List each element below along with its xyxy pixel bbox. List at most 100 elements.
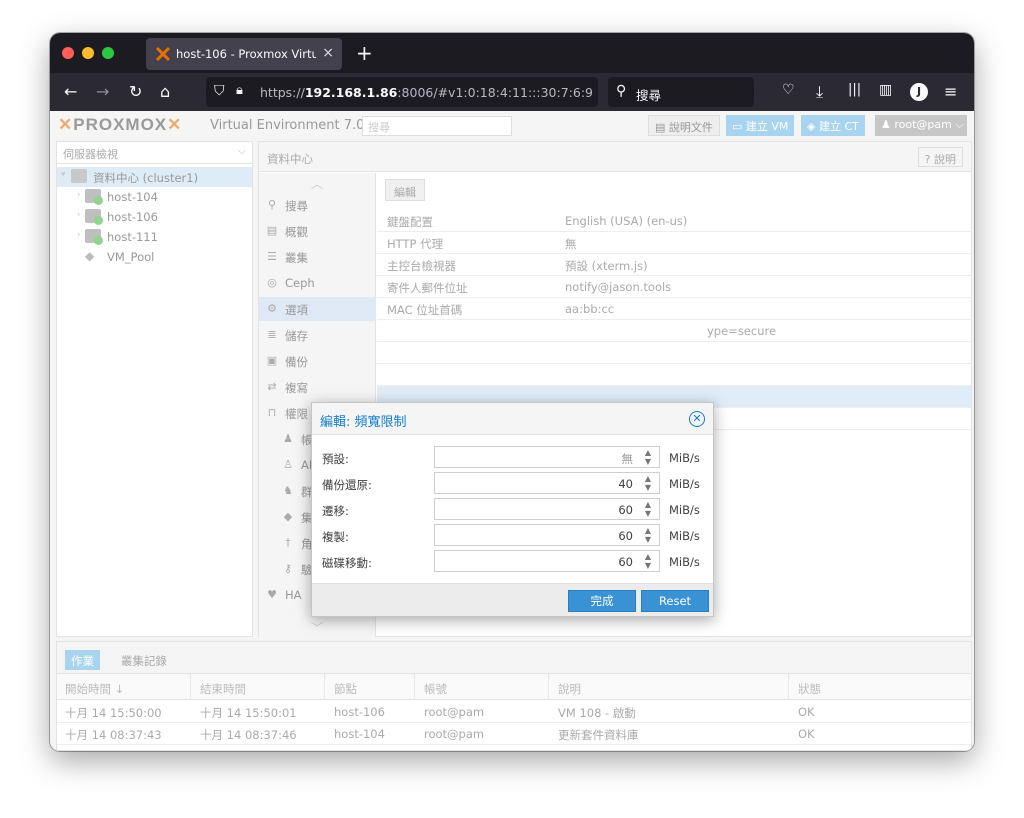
clone-limit-input[interactable]: 60 ▲ ▼ [434, 524, 660, 546]
log-tabs: 作業 叢集記錄 [57, 642, 971, 674]
url-bar[interactable]: ⛉ 🔒︎ https://192.168.1.86:8006/#v1:0:18:… [206, 77, 624, 107]
options-row[interactable]: 鍵盤配置 English (USA) (en-us) [377, 210, 971, 232]
spinner-icon[interactable]: ▲ ▼ [641, 500, 655, 518]
menu-item-summary[interactable]: ▤ 概觀 [259, 219, 376, 243]
options-row[interactable]: 主控台檢視器 預設 (xterm.js) [377, 254, 971, 276]
menu-item-cluster[interactable]: ☰ 叢集 [259, 245, 376, 269]
options-row[interactable] [377, 342, 971, 364]
move-disk-limit-input[interactable]: 60 ▲ ▼ [434, 550, 660, 572]
new-tab-button[interactable]: + [356, 41, 373, 65]
expand-icon[interactable]: › [77, 210, 81, 220]
task-log-panel: 作業 叢集記錄 開始時間 ↓ 結束時間 節點 帳號 說明 狀態 十月 14 15… [56, 641, 972, 751]
menu-item-search[interactable]: ⚲ 搜尋 [259, 193, 376, 217]
field-restore: 備份還原: 40 ▲ ▼ MiB/s [322, 472, 700, 494]
col-description[interactable]: 說明 [558, 681, 581, 697]
browser-tab[interactable]: host-106 - Proxmox Virtual Environment × [146, 38, 342, 70]
options-row[interactable]: ype=secure [377, 320, 971, 342]
help-button[interactable]: ? 說明 [917, 147, 963, 167]
host-online-icon [85, 229, 103, 245]
menu-item-replication[interactable]: ⇄ 複寫 [259, 375, 376, 399]
tree-item-host[interactable]: › host-111 [57, 227, 252, 247]
shield-icon[interactable]: ⛉ [214, 83, 225, 99]
close-icon[interactable]: ✕ [689, 411, 705, 427]
user-menu-button[interactable]: ♟ root@pam ⌵ [875, 115, 967, 136]
expand-icon[interactable]: › [77, 230, 81, 240]
col-status[interactable]: 狀態 [798, 681, 821, 697]
nav-bar: ← → ↻ ⌂ ⛉ 🔒︎ https://192.168.1.86:8006/#… [50, 73, 974, 111]
spinner-icon[interactable]: ▲ ▼ [641, 448, 655, 466]
male-icon: † [285, 536, 291, 549]
tree-item-datacenter[interactable]: ▾ 資料中心 (cluster1) [57, 167, 252, 187]
options-row[interactable] [377, 364, 971, 386]
forward-icon[interactable]: → [96, 82, 109, 101]
zoom-window-button[interactable] [102, 47, 114, 59]
menu-item-storage[interactable]: ≣ 儲存 [259, 323, 376, 347]
tab-close-icon[interactable]: × [322, 45, 334, 61]
tree-item-pool[interactable]: ◆ VM_Pool [57, 247, 252, 267]
heartbeat-icon: ♥ [267, 588, 277, 601]
home-icon[interactable]: ⌂ [160, 82, 170, 101]
host-online-icon [85, 189, 103, 205]
reload-icon[interactable]: ↻ [129, 82, 142, 101]
server-icon: ☰ [267, 250, 277, 263]
reset-button[interactable]: Reset [641, 590, 709, 612]
done-button[interactable]: 完成 [568, 590, 636, 612]
close-window-button[interactable] [62, 47, 74, 59]
restore-limit-input[interactable]: 40 ▲ ▼ [434, 472, 660, 494]
book-icon: ▤ [266, 224, 278, 237]
spinner-icon[interactable]: ▲ ▼ [641, 526, 655, 544]
dialog-footer: 完成 Reset [312, 583, 713, 616]
spinner-icon[interactable]: ▲ ▼ [641, 552, 655, 570]
dialog-title-bar: 編輯: 頻寬限制 ✕ [312, 403, 713, 435]
pve-header: ✕PROXMOX✕ Virtual Environment 7.0-11 搜尋 … [50, 111, 974, 139]
migration-limit-input[interactable]: 60 ▲ ▼ [434, 498, 660, 520]
col-start-time[interactable]: 開始時間 ↓ [65, 681, 124, 697]
menu-item-backup[interactable]: ▣ 備份 [259, 349, 376, 373]
proxmox-favicon-icon [156, 47, 170, 61]
tab-tasks[interactable]: 作業 [65, 650, 100, 670]
menu-icon[interactable]: ≡ [944, 82, 957, 101]
table-row[interactable]: 十月 14 08:37:43 十月 14 08:37:46 host-104 r… [57, 723, 971, 745]
download-icon[interactable]: ⤓ [816, 82, 823, 102]
scroll-up-icon[interactable]: ︿ [311, 175, 323, 192]
scroll-down-icon[interactable]: ﹀ [311, 619, 323, 636]
header-search-input[interactable]: 搜尋 [362, 116, 512, 136]
expand-icon[interactable]: › [77, 190, 81, 200]
search-bar-label: 搜尋 [636, 88, 662, 103]
table-row[interactable]: 十月 14 15:50:00 十月 14 15:50:01 host-106 r… [57, 701, 971, 723]
tree-item-host[interactable]: › host-106 [57, 207, 252, 227]
url-text[interactable]: https://192.168.1.86:8006/#v1:0:18:4:11:… [260, 85, 593, 100]
col-node[interactable]: 節點 [334, 681, 357, 697]
panel-title: 資料中心 [267, 152, 313, 166]
back-icon[interactable]: ← [64, 82, 77, 101]
tree-item-host[interactable]: › host-104 [57, 187, 252, 207]
col-end-time[interactable]: 結束時間 [200, 681, 246, 697]
menu-item-options[interactable]: ⚙ 選項 [259, 297, 376, 321]
pocket-icon[interactable]: ♡ [782, 82, 795, 98]
field-default: 預設: 無 ▲ ▼ MiB/s [322, 446, 700, 468]
sidebar-icon[interactable]: ▥ [879, 82, 892, 98]
edit-button[interactable]: 編輯 [385, 179, 425, 201]
library-icon[interactable]: ||| [848, 82, 861, 97]
version-label: Virtual Environment 7.0-11 [210, 118, 386, 133]
create-ct-button[interactable]: ◈ 建立 CT [801, 115, 865, 136]
tab-cluster-log[interactable]: 叢集記錄 [115, 650, 173, 670]
spinner-icon[interactable]: ▲ ▼ [641, 474, 655, 492]
view-selector[interactable]: 伺服器檢視 ⌵ [57, 142, 252, 164]
menu-item-ceph[interactable]: ◎ Ceph [259, 271, 376, 295]
options-row[interactable]: HTTP 代理無 [377, 232, 971, 254]
lock-icon[interactable]: 🔒︎ [236, 83, 243, 98]
search-bar[interactable]: ⚲ 搜尋 [608, 77, 754, 107]
create-vm-button[interactable]: ▭ 建立 VM [726, 115, 795, 136]
options-row[interactable]: MAC 位址首碼 aa:bb:cc [377, 298, 971, 320]
options-row[interactable]: 寄件人郵件位址 notify@jason.tools [377, 276, 971, 298]
col-user[interactable]: 帳號 [424, 681, 447, 697]
docs-button[interactable]: ▤ 說明文件 [648, 115, 720, 136]
gear-icon: ⚙ [267, 302, 277, 315]
log-column-headers: 開始時間 ↓ 結束時間 節點 帳號 說明 狀態 [57, 674, 971, 700]
default-limit-input[interactable]: 無 ▲ ▼ [434, 446, 660, 468]
unlock-icon: ⊓ [267, 406, 277, 419]
collapse-icon[interactable]: ▾ [61, 170, 66, 180]
account-avatar[interactable]: J [910, 83, 928, 101]
minimize-window-button[interactable] [82, 47, 94, 59]
